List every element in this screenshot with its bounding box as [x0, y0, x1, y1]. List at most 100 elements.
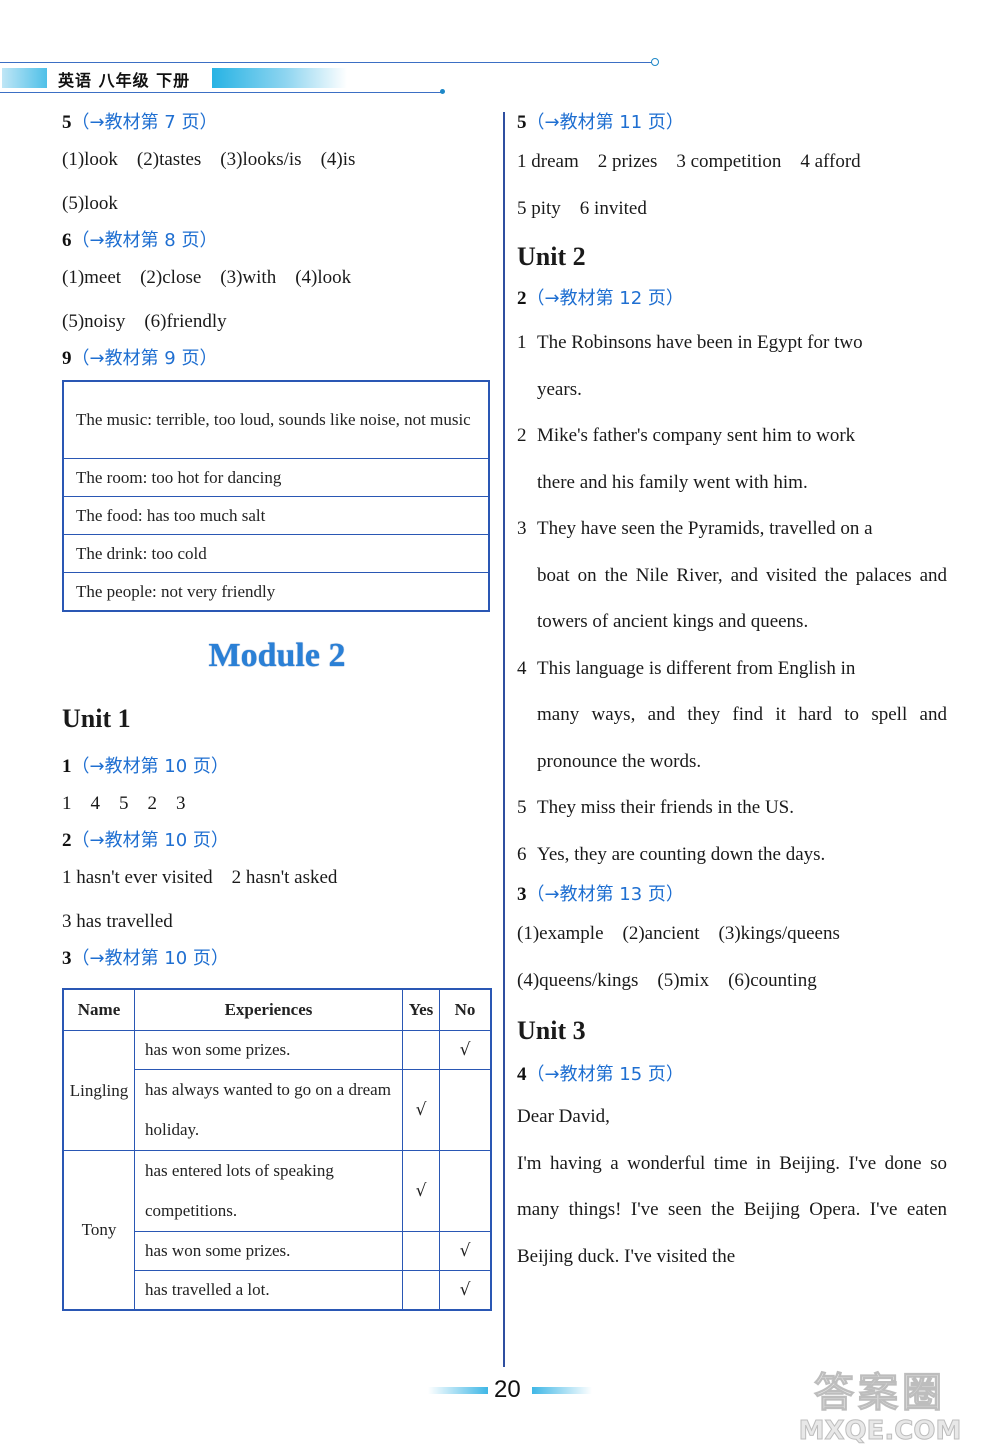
answer-line: (1)example (2)ancient (3)kings/queens	[517, 923, 840, 944]
experience: has travelled a lot.	[134, 1270, 403, 1311]
table-cell: The music: terrible, too loud, sounds li…	[63, 380, 489, 459]
question-heading: 5（→教材第 11 页）	[517, 108, 947, 138]
page-footer: 20	[420, 1376, 600, 1406]
table-cell: The food: has too much salt	[63, 496, 489, 535]
watermark-url: MXQE.COM	[798, 1416, 962, 1447]
answer-number: 6	[517, 843, 527, 865]
table-row: Lingling has won some prizes. √	[62, 1030, 492, 1151]
header-bottom-dot	[440, 89, 445, 94]
right-column: 5（→教材第 11 页） 1 dream 2 prizes 3 competit…	[517, 108, 947, 1280]
person-name: Lingling	[62, 1030, 135, 1151]
experiences-table: Name Experiences Yes No Lingling has won…	[62, 988, 492, 1311]
answer-list: 1 The Robinsons have been in Egypt for tw…	[517, 320, 947, 878]
no-mark	[439, 1150, 492, 1232]
table-row: Tony has entered lots of speaking compet…	[62, 1150, 492, 1311]
yes-mark: √	[402, 1069, 440, 1151]
letter-body: I'm having a wonderful time in Beijing. …	[517, 1152, 947, 1267]
yes-mark	[402, 1270, 440, 1311]
answer-text: They have seen the Pyramids, travelled o…	[537, 518, 873, 539]
answer-line: (1)meet (2)close (3)with (4)look	[62, 267, 352, 288]
textbook-page-ref: （→教材第 10 页）	[71, 948, 229, 969]
yes-mark	[402, 1030, 440, 1070]
question-heading: 3（→教材第 10 页）	[62, 944, 492, 974]
answer-number: 5	[517, 797, 527, 818]
answer-text-cont: years.	[537, 378, 582, 400]
question-number: 2	[517, 288, 527, 309]
letter: Dear David, I'm having a wonderful time …	[517, 1094, 947, 1280]
answer-text-cont: many ways, and they find it hard to spel…	[537, 704, 947, 772]
experience: has won some prizes.	[134, 1030, 403, 1070]
book-title: 英语 八年级 下册	[58, 71, 191, 90]
footer-decor-left	[428, 1387, 488, 1394]
table-row: The drink: too cold	[63, 534, 489, 573]
column-header: Yes	[402, 988, 440, 1031]
question-heading: 2（→教材第 12 页）	[517, 284, 947, 314]
textbook-page-ref: （→教材第 8 页）	[71, 230, 218, 251]
header-bottom-rule	[0, 92, 442, 93]
table-row: The room: too hot for dancing	[63, 458, 489, 497]
question-number: 9	[62, 348, 72, 369]
column-header: Name	[62, 988, 135, 1031]
question-heading: 3（→教材第 13 页）	[517, 880, 947, 910]
question-number: 1	[62, 756, 72, 777]
table-row: The people: not very friendly	[63, 572, 489, 611]
question-number: 3	[517, 884, 527, 905]
answer-number: 4	[517, 657, 527, 679]
no-mark: √	[439, 1030, 492, 1070]
answer-text: Mike's father's company sent him to work	[537, 425, 856, 446]
question-number: 5	[517, 112, 527, 133]
question-heading: 2（→教材第 10 页）	[62, 826, 492, 856]
answer-item: 1 The Robinsons have been in Egypt for tw…	[517, 320, 947, 413]
header-decor-left	[2, 68, 47, 88]
watermark-logo: 答案圈	[814, 1370, 946, 1417]
answer-item: 2 Mike's father's company sent him to wor…	[517, 413, 947, 506]
yes-mark	[402, 1231, 440, 1271]
answer-line: (5)noisy (6)friendly	[62, 311, 227, 332]
textbook-page-ref: （→教材第 13 页）	[526, 884, 684, 905]
question-number: 2	[62, 830, 72, 851]
watermark: 答案圈 MXQE.COM	[760, 1370, 1000, 1447]
header-top-rule	[0, 62, 655, 63]
no-mark	[439, 1069, 492, 1151]
answer-number: 3	[517, 518, 527, 539]
question-number: 3	[62, 948, 72, 969]
question-number: 6	[62, 230, 72, 251]
textbook-page-ref: （→教材第 10 页）	[71, 756, 229, 777]
table-header-row: Name Experiences Yes No	[62, 988, 492, 1031]
column-header: Experiences	[134, 988, 403, 1031]
unit-title: Unit 2	[517, 242, 586, 271]
question-number: 4	[517, 1064, 527, 1085]
answer-line: (5)look	[62, 193, 118, 214]
table-cell: The drink: too cold	[63, 534, 489, 573]
person-name: Tony	[62, 1150, 135, 1311]
answer-line: 3 has travelled	[62, 911, 173, 932]
unit-title: Unit 1	[62, 704, 131, 733]
textbook-page-ref: （→教材第 9 页）	[71, 348, 218, 369]
answer-line: 1 dream 2 prizes 3 competition 4 afford	[517, 151, 861, 172]
letter-greeting: Dear David,	[517, 1106, 610, 1127]
header-rule-end-dot	[651, 58, 659, 66]
answer-text: Yes, they are counting down the days.	[537, 843, 826, 865]
footer-decor-right	[532, 1387, 592, 1394]
textbook-page-ref: （→教材第 12 页）	[526, 288, 684, 309]
textbook-page-ref: （→教材第 11 页）	[526, 112, 684, 133]
page-number: 20	[494, 1376, 521, 1403]
experience: has always wanted to go on a dream holid…	[134, 1069, 403, 1151]
running-header: 英语 八年级 下册	[0, 66, 445, 90]
answer-number: 2	[517, 425, 527, 446]
answer-text: The Robinsons have been in Egypt for two	[537, 332, 863, 353]
answer-item: 5 They miss their friends in the US.	[517, 785, 947, 832]
question-heading: 1（→教材第 10 页）	[62, 752, 492, 782]
table-cell: The people: not very friendly	[63, 572, 489, 611]
table-cell: The room: too hot for dancing	[63, 458, 489, 497]
textbook-page-ref: （→教材第 15 页）	[526, 1064, 684, 1085]
answer-text-cont: there and his family went with him.	[537, 471, 808, 493]
answer-item: 6 Yes, they are counting down the days.	[517, 832, 947, 879]
answer-item: 4 This language is different from English…	[517, 646, 947, 786]
question-number: 5	[62, 112, 72, 133]
experience: has won some prizes.	[134, 1231, 403, 1271]
answer-line: 5 pity 6 invited	[517, 198, 647, 219]
answer-line: (4)queens/kings (5)mix (6)counting	[517, 970, 817, 991]
table-row: The music: terrible, too loud, sounds li…	[63, 380, 489, 459]
answer-line: (1)look (2)tastes (3)looks/is (4)is	[62, 149, 356, 170]
